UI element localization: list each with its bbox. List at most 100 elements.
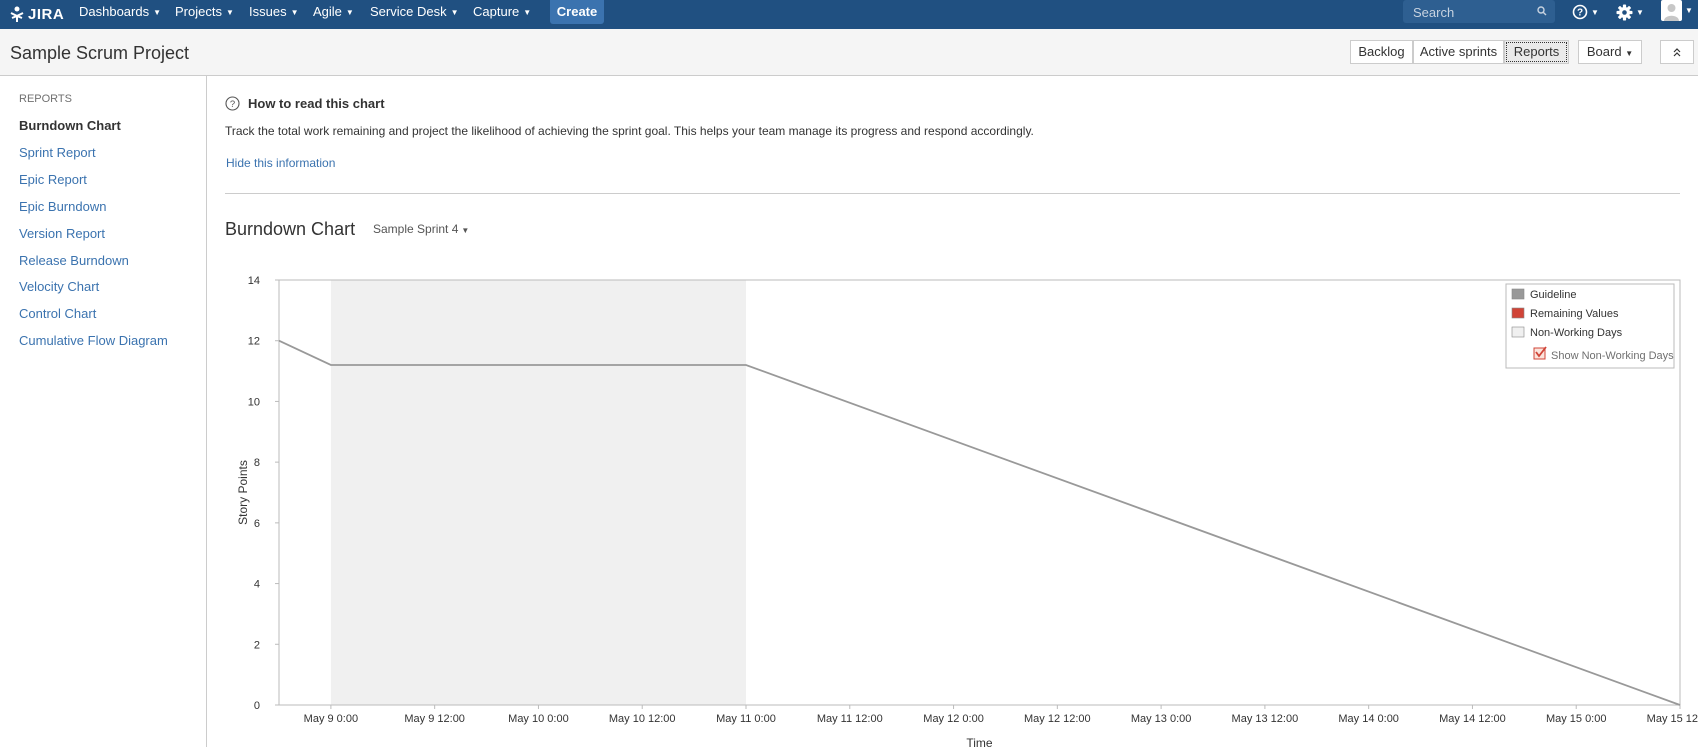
legend-swatch-remaining-values — [1511, 307, 1525, 319]
chevron-down-icon: ▼ — [345, 8, 354, 18]
x-tick-label: May 15 12:00 — [1647, 713, 1698, 725]
burndown-chart: 0 2 4 6 8 10 12 14 May 9 0:00 May 9 12:00 May 10 0… — [236, 275, 1698, 747]
nav-issues-label: Issues — [249, 4, 287, 19]
nav-agile-label: Agile — [313, 4, 342, 19]
y-tick-label: 10 — [248, 396, 260, 408]
sprint-selector[interactable]: Sample Sprint 4 ▼ — [373, 222, 469, 236]
chevrons-up-icon — [1673, 48, 1681, 57]
report-title: Burndown Chart — [225, 219, 356, 239]
jira-logo[interactable]: JIRA — [8, 4, 64, 24]
chevron-down-icon: ▼ — [1591, 7, 1599, 17]
sprint-selector-label: Sample Sprint 4 — [373, 222, 459, 236]
x-tick-label: May 15 0:00 — [1546, 713, 1607, 725]
legend-label: Remaining Values — [1530, 308, 1619, 320]
x-tick-label: May 9 12:00 — [404, 713, 465, 725]
chevron-down-icon: ▼ — [461, 226, 470, 235]
chevron-down-icon: ▼ — [523, 8, 532, 18]
y-tick-label: 2 — [254, 639, 260, 651]
reports-sidebar: REPORTS Burndown Chart Sprint Report Epi… — [0, 76, 207, 747]
y-tick-label: 4 — [254, 579, 260, 591]
top-navigation-bar: JIRA Dashboards ▼ Projects ▼ Issues ▼ Agile… — [0, 0, 1698, 29]
hide-information-link[interactable]: Hide this information — [226, 156, 335, 170]
nav-dashboards-label: Dashboards — [79, 4, 150, 19]
settings-menu[interactable]: ▼ — [1616, 3, 1644, 21]
section-divider — [225, 193, 1680, 194]
nav-capture-label: Capture — [473, 4, 520, 19]
search-input[interactable] — [1411, 3, 1530, 22]
x-tick-label: May 9 0:00 — [304, 713, 358, 725]
nav-service-desk-label: Service Desk — [370, 4, 447, 19]
x-axis-title: Time — [966, 736, 993, 747]
x-tick-label: May 12 12:00 — [1024, 713, 1091, 725]
x-tick-label: May 11 0:00 — [716, 713, 776, 725]
x-tick-label: May 14 12:00 — [1439, 713, 1506, 725]
user-menu[interactable]: ▼ — [1661, 0, 1693, 21]
gear-icon — [1616, 4, 1633, 20]
sidebar-item-velocity-chart[interactable]: Velocity Chart — [19, 279, 99, 294]
y-tick-label: 6 — [254, 518, 260, 530]
avatar — [1661, 0, 1682, 21]
sidebar-item-epic-burndown[interactable]: Epic Burndown — [19, 199, 106, 214]
chevron-down-icon: ▼ — [1636, 7, 1644, 17]
search-icon[interactable] — [1537, 6, 1547, 16]
legend-swatch-guideline — [1511, 288, 1525, 300]
x-tick-label: May 12 0:00 — [923, 713, 984, 725]
y-axis-title: Story Points — [236, 460, 250, 525]
help-icon: ? — [1572, 4, 1588, 20]
active-sprints-button[interactable]: Active sprints — [1413, 40, 1504, 64]
nav-projects[interactable]: Projects ▼ — [175, 0, 234, 24]
board-button[interactable]: Board ▼ — [1578, 40, 1642, 64]
svg-text:?: ? — [1577, 8, 1583, 19]
nav-service-desk[interactable]: Service Desk ▼ — [370, 0, 459, 24]
help-circle-icon: ? — [225, 96, 240, 111]
sidebar-item-release-burndown[interactable]: Release Burndown — [19, 253, 129, 268]
y-tick-label: 12 — [248, 336, 260, 348]
sidebar-item-control-chart[interactable]: Control Chart — [19, 306, 96, 321]
x-tick-label: May 13 0:00 — [1131, 713, 1192, 725]
sidebar-item-epic-report[interactable]: Epic Report — [19, 172, 87, 187]
chevron-down-icon: ▼ — [290, 8, 299, 18]
non-working-days-band — [330, 280, 746, 705]
y-tick-label: 0 — [254, 700, 260, 712]
collapse-header-button[interactable] — [1660, 40, 1694, 64]
chevron-down-icon: ▼ — [450, 8, 459, 18]
sidebar-heading: REPORTS — [19, 93, 72, 105]
sidebar-item-cumulative-flow-diagram[interactable]: Cumulative Flow Diagram — [19, 333, 168, 348]
chevron-down-icon: ▼ — [153, 8, 162, 18]
create-button[interactable]: Create — [550, 0, 604, 24]
board-button-label: Board — [1586, 44, 1622, 59]
reports-button[interactable]: Reports — [1504, 40, 1569, 64]
nav-dashboards[interactable]: Dashboards ▼ — [79, 0, 161, 24]
chevron-down-icon: ▼ — [225, 8, 234, 18]
nav-agile[interactable]: Agile ▼ — [313, 0, 354, 24]
backlog-button[interactable]: Backlog — [1350, 40, 1413, 64]
nav-projects-label: Projects — [175, 4, 222, 19]
nav-capture[interactable]: Capture ▼ — [473, 0, 531, 24]
svg-text:?: ? — [230, 99, 235, 110]
chevron-down-icon: ▼ — [1625, 49, 1634, 58]
legend-label: Non-Working Days — [1530, 327, 1623, 339]
project-title[interactable]: Sample Scrum Project — [10, 43, 189, 63]
jira-logo-text: JIRA — [28, 5, 65, 23]
jira-logo-icon — [10, 6, 24, 22]
show-non-working-days-label[interactable]: Show Non-Working Days — [1551, 350, 1674, 362]
x-tick-label: May 10 0:00 — [508, 713, 569, 725]
x-tick-label: May 11 12:00 — [817, 713, 883, 725]
x-tick-label: May 14 0:00 — [1338, 713, 1399, 725]
nav-issues[interactable]: Issues ▼ — [249, 0, 299, 24]
y-tick-label: 14 — [248, 275, 260, 287]
sidebar-item-burndown-chart[interactable]: Burndown Chart — [19, 118, 121, 133]
legend-swatch-non-working-days — [1511, 326, 1525, 338]
legend-label: Guideline — [1530, 289, 1576, 301]
how-to-read-title: How to read this chart — [248, 96, 385, 111]
sidebar-item-sprint-report[interactable]: Sprint Report — [19, 145, 96, 160]
x-tick-label: May 13 12:00 — [1232, 713, 1299, 725]
sidebar-item-version-report[interactable]: Version Report — [19, 226, 105, 241]
search-box — [1403, 0, 1555, 23]
project-header: Sample Scrum Project Backlog Active spri… — [0, 29, 1698, 76]
y-tick-label: 8 — [254, 457, 260, 469]
chevron-down-icon: ▼ — [1685, 5, 1693, 15]
how-to-read-description: Track the total work remaining and proje… — [225, 124, 1034, 138]
help-menu[interactable]: ? ▼ — [1572, 3, 1599, 21]
x-tick-label: May 10 12:00 — [609, 713, 676, 725]
